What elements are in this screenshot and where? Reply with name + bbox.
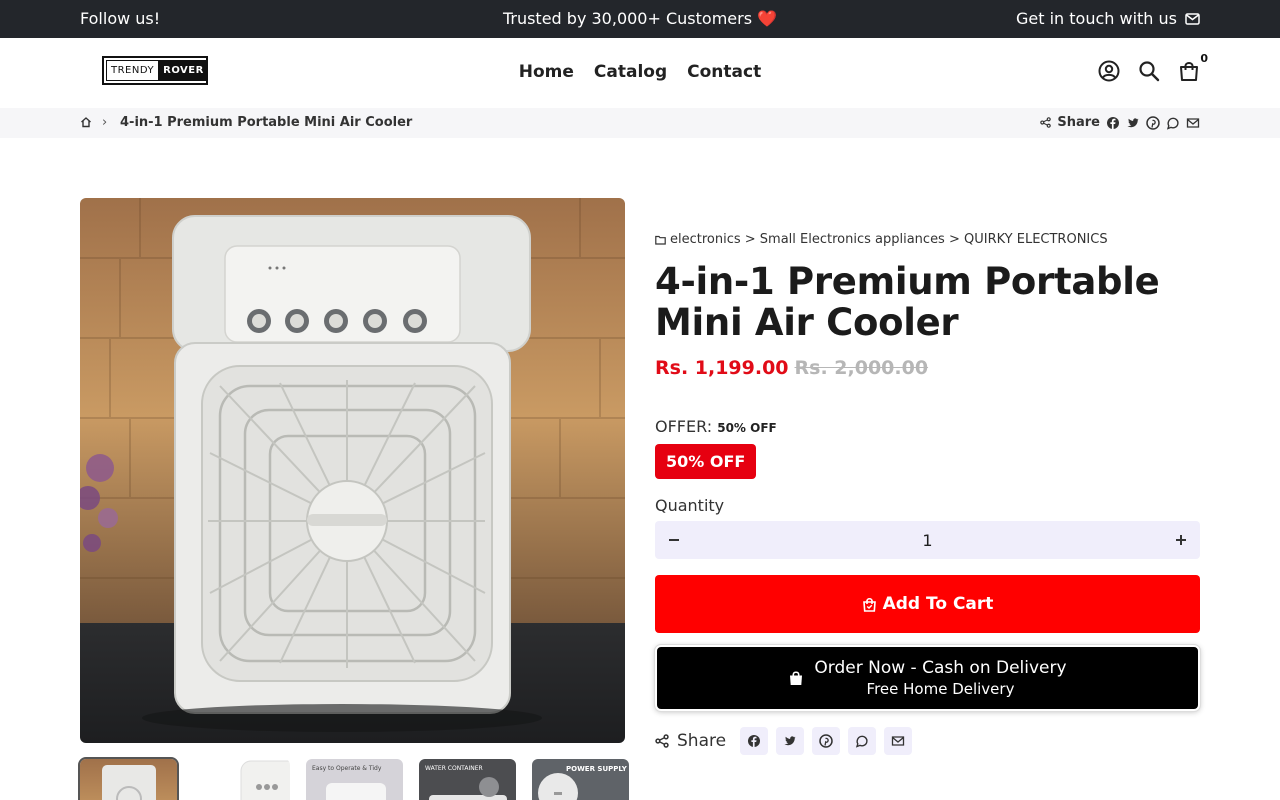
share-icon [1040,117,1052,128]
offer-badge: 50% OFF [655,444,757,479]
quantity-label: Quantity [655,496,725,515]
compare-price: Rs. 2,000.00 [794,357,929,379]
thumbnail-3[interactable]: Easy to Operate & Tidy [306,759,403,800]
thumbnail-3-label: Easy to Operate & Tidy [312,765,382,772]
product-title: 4-in-1 Premium Portable Mini Air Cooler [655,260,1160,344]
account-button[interactable] [1098,60,1120,82]
bag-icon [790,671,803,685]
whatsapp-icon[interactable] [1166,116,1180,130]
share-twitter-button[interactable] [776,727,805,755]
product-categories: electronics > Small Electronics applianc… [655,232,1200,247]
category-links[interactable]: electronics > Small Electronics applianc… [670,232,1108,247]
offer-value: 50% OFF [717,421,777,435]
pinterest-icon[interactable] [1146,115,1160,130]
pinterest-icon [819,734,833,748]
whatsapp-icon [855,735,868,748]
shopping-bag-icon [1180,62,1198,81]
site-header: TRENDY ROVER Home Catalog Contact 0 [0,38,1280,108]
share-label: Share [677,731,727,751]
add-to-cart-label: Add To Cart [882,594,994,614]
cod-line2: Free Home Delivery [866,680,1015,698]
folder-icon [655,235,666,245]
quantity-stepper: 1 [655,521,1200,559]
search-button[interactable] [1138,60,1160,82]
email-icon[interactable] [1186,116,1200,130]
thumbnail-1-image [102,765,156,800]
breadcrumb-share: Share [1040,115,1200,130]
nav-contact[interactable]: Contact [687,62,761,82]
air-cooler-image [80,198,625,732]
product-main-image[interactable] [80,198,625,743]
cart-count: 0 [1200,52,1208,65]
twitter-icon [784,736,796,746]
search-icon [1139,61,1160,82]
add-to-cart-button[interactable]: Add To Cart [655,575,1200,633]
product-info: electronics > Small Electronics applianc… [654,232,1201,755]
share-row: Share [655,727,1200,755]
nav-home[interactable]: Home [519,62,574,82]
twitter-icon[interactable] [1126,116,1140,130]
price-row: Rs. 1,199.00 Rs. 2,000.00 [655,357,1200,379]
trust-text: Trusted by 30,000+ Customers [502,9,753,28]
user-icon [1098,60,1120,82]
contact-link[interactable]: Get in touch with us [1016,9,1200,28]
heart-emoji: ❤️ [757,9,778,28]
thumbnail-5[interactable]: POWER SUPPLY [532,759,629,800]
shopping-bag-icon [862,597,876,612]
thumbnail-4[interactable]: WATER CONTAINER [419,759,516,800]
contact-text: Get in touch with us [1015,9,1177,28]
cart-button[interactable]: 0 [1178,52,1208,82]
facebook-icon [748,735,761,747]
mail-icon [1185,12,1200,25]
main-nav: Home Catalog Contact [0,62,1280,82]
share-whatsapp-button[interactable] [848,727,877,755]
quantity-input[interactable]: 1 [922,531,932,550]
breadcrumb: › 4-in-1 Premium Portable Mini Air Coole… [0,108,1280,138]
cod-line1: Order Now - Cash on Delivery [814,658,1067,678]
thumbnail-strip: Easy to Operate & Tidy WATER CONTAINER P… [78,757,629,800]
thumbnail-2-image [240,760,290,800]
facebook-icon[interactable] [1106,116,1120,130]
header-actions: 0 [1098,52,1208,82]
share-facebook-button[interactable] [740,727,769,755]
announcement-bar: Follow us! Trusted by 30,000+ Customers … [0,0,1280,38]
sale-price: Rs. 1,199.00 [655,357,789,379]
offer-label: OFFER: [655,417,713,436]
breadcrumb-share-label: Share [1057,115,1100,130]
thumbnail-5-label: POWER SUPPLY [566,765,627,773]
thumbnail-4-label: WATER CONTAINER [425,765,483,772]
minus-icon[interactable] [667,533,681,547]
cod-text: Order Now - Cash on Delivery Free Home D… [814,658,1066,698]
plus-icon[interactable] [1174,533,1188,547]
cash-on-delivery-button[interactable]: Order Now - Cash on Delivery Free Home D… [654,644,1201,712]
thumbnail-2[interactable] [193,759,290,800]
email-icon [891,736,905,746]
nav-catalog[interactable]: Catalog [594,62,667,82]
thumbnail-1[interactable] [78,757,179,800]
offer-line: OFFER: 50% OFF [655,417,1200,436]
share-pinterest-button[interactable] [812,727,841,755]
share-icon [655,734,669,748]
chevron-right-icon: › [102,115,108,130]
breadcrumb-current: 4-in-1 Premium Portable Mini Air Cooler [120,115,413,130]
share-email-button[interactable] [884,727,913,755]
home-icon[interactable] [80,116,92,128]
